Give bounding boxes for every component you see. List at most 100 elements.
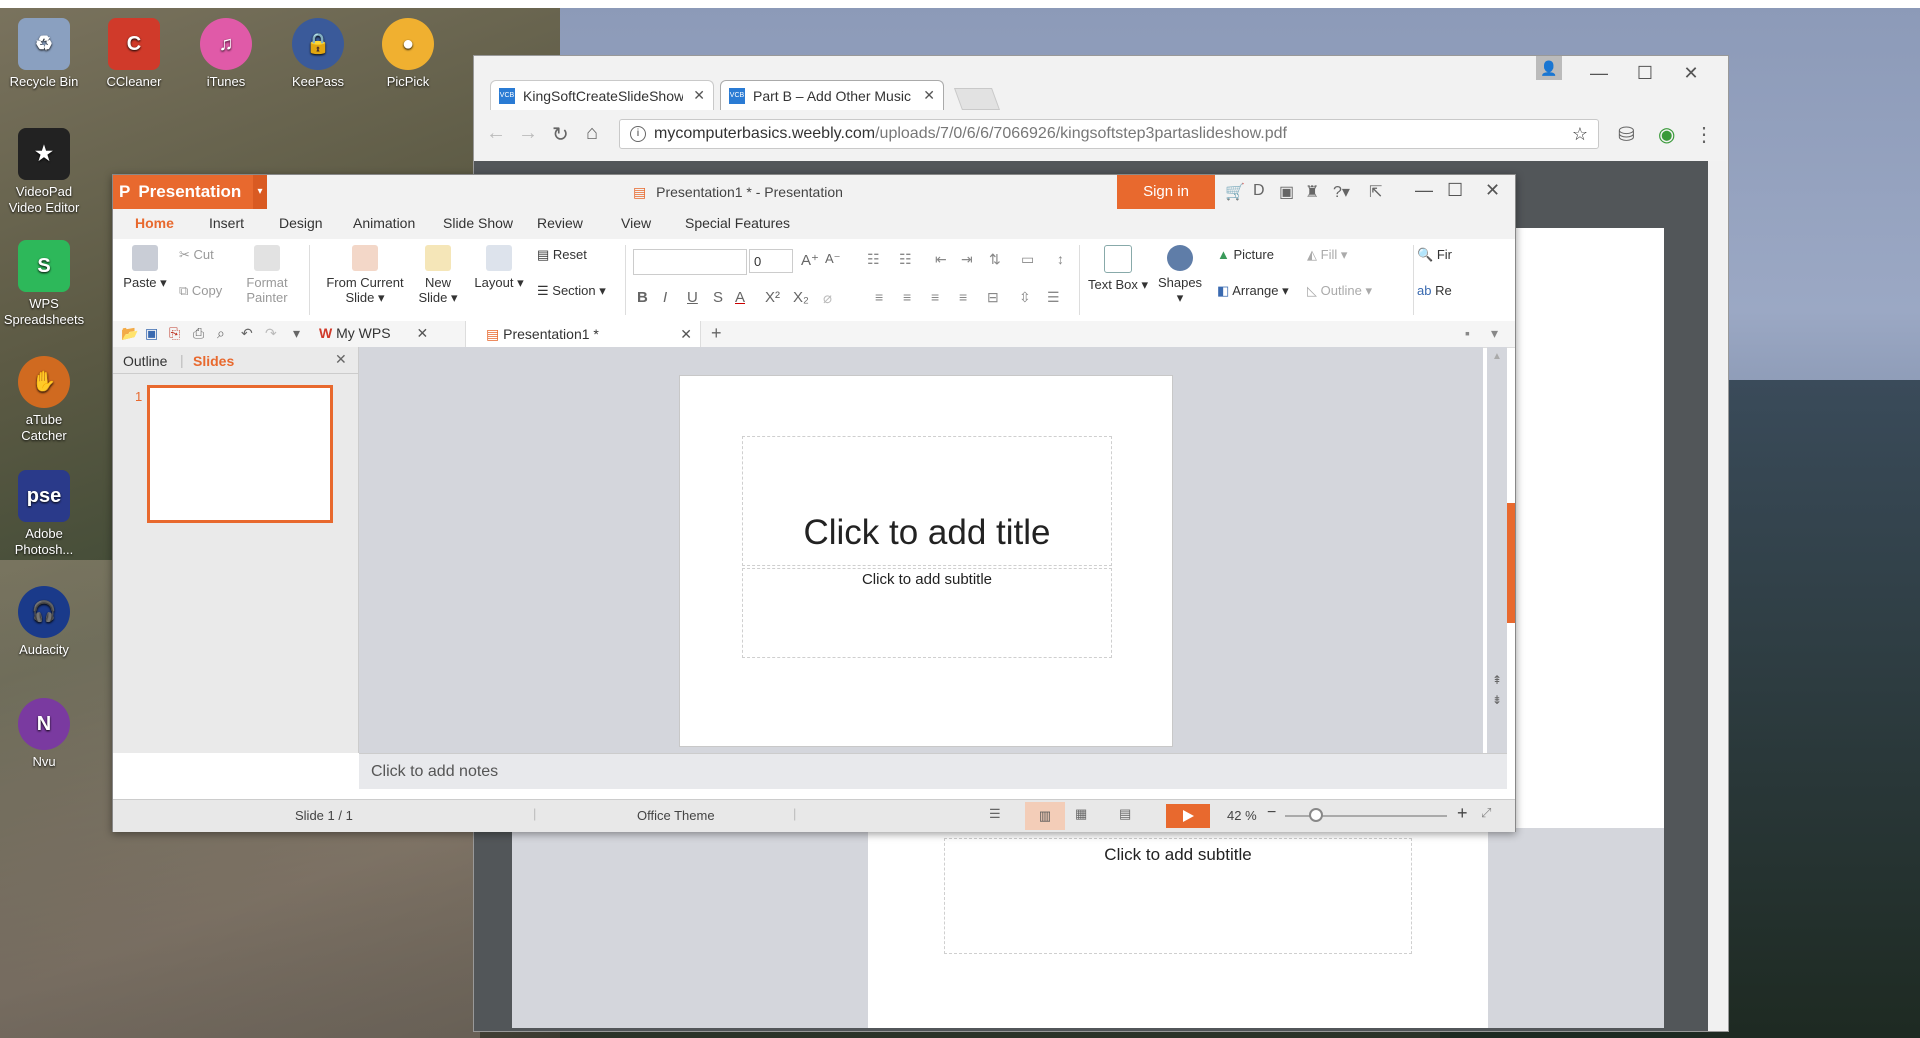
arrange-button[interactable]: ◧ Arrange ▾ [1217,283,1289,298]
app-menu-dropdown[interactable]: ▾ [253,175,267,209]
minimize-button[interactable]: — [1415,180,1433,201]
side-task-pane-toggle[interactable] [1507,503,1515,623]
desktop-icon-atube-catcher[interactable]: ✋ aTube Catcher [2,356,86,444]
subscript-icon[interactable]: X₂ [793,289,809,306]
clear-format-icon[interactable]: ⌀ [823,289,832,307]
document-tab[interactable]: ▤ Presentation1 * ✕ [465,321,701,347]
address-bar[interactable]: i mycomputerbasics.weebly.com /uploads/7… [619,119,1599,149]
text-box-button[interactable]: Text Box ▾ [1087,245,1149,292]
print-preview-icon[interactable]: ⌕ [217,325,225,342]
notes-toggle-icon[interactable]: ☰ [989,806,1001,822]
close-icon[interactable]: ✕ [680,321,692,347]
add-tab-icon[interactable]: + [711,323,722,344]
close-icon[interactable]: ✕ [923,87,935,104]
profile-icon[interactable]: 👤 [1536,56,1562,80]
outline-button[interactable]: ◺ Outline ▾ [1307,283,1372,298]
tab-options-icon[interactable]: ▾ [1491,325,1498,342]
notes-pane[interactable]: Click to add notes [359,753,1507,789]
previous-slide-icon[interactable]: ⇞ [1492,673,1502,687]
normal-view-icon[interactable]: ▥ [1025,802,1065,830]
menu-design[interactable]: Design [279,215,323,231]
customize-dropdown-icon[interactable]: ▾ [293,325,300,342]
new-tab-button[interactable] [953,88,1001,110]
tab-list-icon[interactable]: ▪ [1465,325,1470,341]
menu-animation[interactable]: Animation [353,215,415,231]
close-icon[interactable]: ✕ [693,87,705,104]
new-slide-button[interactable]: New Slide ▾ [413,245,463,305]
superscript-icon[interactable]: X² [765,289,780,306]
zoom-in-icon[interactable]: + [1457,803,1468,824]
next-slide-icon[interactable]: ⇟ [1492,693,1502,707]
paste-button[interactable]: Paste ▾ [123,245,167,290]
browser-scrollbar[interactable] [1708,161,1726,1031]
desktop-icon-picpick[interactable]: ● PicPick [366,18,450,90]
cut-button[interactable]: ✂ Cut [179,247,214,262]
fill-button[interactable]: ◭ Fill ▾ [1307,247,1347,262]
text-direction-icon[interactable]: ⇅ [989,251,1001,268]
maximize-button[interactable]: ☐ [1620,56,1670,90]
underline-icon[interactable]: U [687,289,698,306]
desktop-icon-audacity[interactable]: 🎧 Audacity [2,586,86,658]
zoom-out-icon[interactable]: − [1267,804,1276,822]
slide-vertical-scrollbar[interactable]: ▲ ⇞ ⇟ [1487,347,1507,753]
cart-icon[interactable]: 🛒 [1225,182,1245,202]
home-icon[interactable]: ⌂ [586,122,598,145]
open-folder-icon[interactable]: 📂 [121,325,138,342]
skin-icon[interactable]: ▣ [1279,182,1294,202]
shirt-icon[interactable]: ♜ [1305,182,1319,202]
slide-thumbnail[interactable] [147,385,333,523]
close-icon[interactable]: ✕ [416,325,428,341]
info-icon[interactable]: i [630,126,646,142]
menu-insert[interactable]: Insert [209,215,244,231]
distribute-icon[interactable]: ⊟ [987,289,999,306]
desktop-icon-adobe-photoshop[interactable]: pse Adobe Photosh... [2,470,86,558]
slide-sorter-icon[interactable]: ▦ [1075,806,1087,822]
bold-icon[interactable]: B [637,289,648,306]
extension-icon[interactable]: ⛁ [1618,122,1635,147]
save-icon[interactable]: ▣ [145,325,158,342]
menu-review[interactable]: Review [537,215,583,231]
decrease-font-icon[interactable]: A⁻ [825,251,841,267]
redo-icon[interactable]: ↷ [265,325,277,342]
desktop-icon-wps-spreadsheets[interactable]: S WPS Spreadsheets [2,240,86,328]
paragraph-spacing-icon[interactable]: ⇳ [1019,289,1031,306]
extension-green-icon[interactable]: ◉ [1658,122,1675,147]
shapes-button[interactable]: Shapes ▾ [1153,245,1207,305]
layout-button[interactable]: Layout ▾ [471,245,527,290]
browser-tab-1[interactable]: VCB KingSoftCreateSlideShow ✕ [490,80,714,110]
desktop-icon-ccleaner[interactable]: C CCleaner [92,18,176,90]
fit-window-icon[interactable]: ⤢ [1481,805,1491,821]
reset-button[interactable]: ▤ Reset [537,247,587,262]
desktop-icon-recycle-bin[interactable]: ♻ Recycle Bin [2,18,86,90]
print-icon[interactable]: ⎙ [193,325,204,342]
desktop-icon-keepass[interactable]: 🔒 KeePass [276,18,360,90]
tab-slides[interactable]: Slides [193,353,234,369]
font-size-dropdown[interactable]: 0 [749,249,793,273]
d-icon[interactable]: D [1253,182,1265,200]
font-name-dropdown[interactable] [633,249,747,275]
columns-icon[interactable]: ☰ [1047,289,1060,306]
slide[interactable]: Click to add title Click to add subtitle [679,375,1173,747]
forward-icon[interactable]: → [518,122,538,145]
increase-font-icon[interactable]: A⁺ [801,251,819,269]
desktop-icon-videopad[interactable]: ★ VideoPad Video Editor [2,128,86,216]
minimize-button[interactable]: — [1574,56,1624,90]
reload-icon[interactable]: ↻ [552,122,569,147]
line-spacing-icon[interactable]: ↕ [1057,251,1064,267]
maximize-button[interactable]: ☐ [1447,180,1463,201]
collapse-ribbon-icon[interactable]: ⇱ [1369,182,1382,202]
undo-icon[interactable]: ↶ [241,325,253,342]
find-button[interactable]: 🔍 Fir [1417,247,1452,262]
help-icon[interactable]: ?▾ [1333,182,1350,202]
menu-home[interactable]: Home [135,215,174,231]
menu-view[interactable]: View [621,215,651,231]
play-slideshow-button[interactable] [1166,804,1210,828]
title-placeholder[interactable]: Click to add title [742,436,1112,566]
close-icon[interactable]: ✕ [335,351,347,368]
scroll-up-icon[interactable]: ▲ [1492,351,1502,362]
italic-icon[interactable]: I [663,289,667,306]
align-text-icon[interactable]: ▭ [1021,251,1034,268]
back-icon[interactable]: ← [486,122,506,145]
export-pdf-icon[interactable]: ⎘ [169,325,180,342]
section-button[interactable]: ☰ Section ▾ [537,283,606,298]
